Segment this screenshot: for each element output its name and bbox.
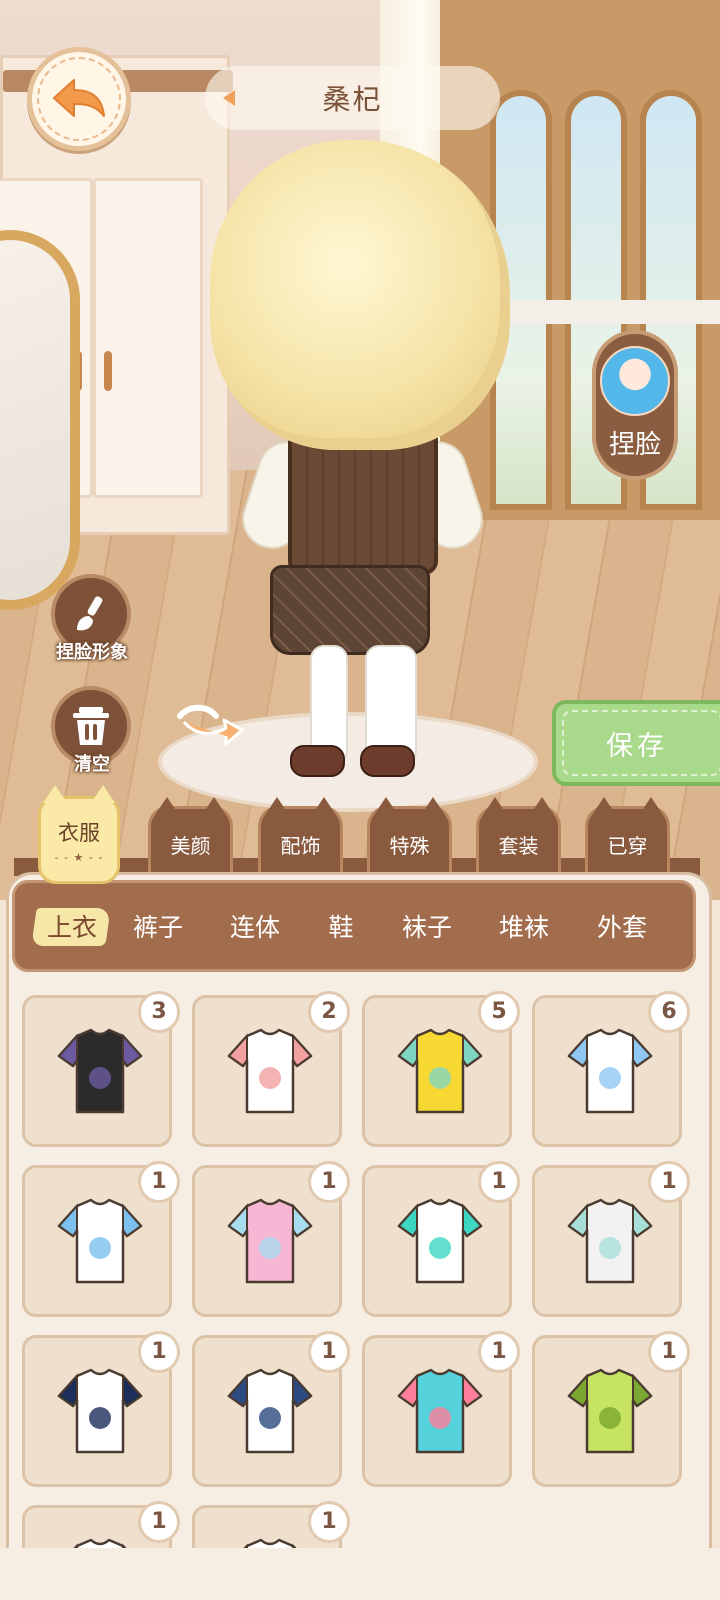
item-count-badge: 1 — [138, 1331, 180, 1373]
subtab-socks[interactable]: 袜子 — [387, 906, 467, 950]
face-edit-label: 捏脸 — [608, 430, 661, 460]
item-count-badge: 1 — [138, 1161, 180, 1203]
back-arrow-icon — [53, 79, 105, 117]
shirt-icon — [397, 1368, 483, 1454]
tab-label: 已穿 — [607, 834, 648, 858]
trash-icon — [73, 707, 109, 745]
knob — [104, 351, 112, 391]
item-count-badge: 1 — [648, 1331, 690, 1373]
shirt-icon — [397, 1028, 483, 1114]
panel-bottom — [0, 1548, 720, 1600]
save-button[interactable]: 保存 — [552, 700, 720, 786]
rotate-arrow-icon[interactable] — [176, 700, 246, 748]
shirt-icon — [397, 1198, 483, 1284]
tab-beauty[interactable]: 美颜 — [148, 797, 233, 872]
wardrobe-door — [93, 178, 203, 498]
shirt-icon — [227, 1028, 313, 1114]
shirt-icon — [57, 1028, 143, 1114]
item-count-badge: 1 — [478, 1161, 520, 1203]
item-count-badge: 2 — [308, 991, 350, 1033]
shoe — [360, 745, 415, 777]
item-count-badge: 1 — [308, 1331, 350, 1373]
back-button-ring — [37, 57, 121, 141]
item-count-badge: 1 — [308, 1501, 350, 1543]
item-count-badge: 3 — [138, 991, 180, 1033]
tab-accessories[interactable]: 配饰 — [258, 797, 343, 872]
back-button[interactable] — [27, 47, 131, 151]
shirt-icon — [227, 1368, 313, 1454]
tab-wearing[interactable]: 已穿 — [585, 797, 670, 872]
character-name-bar[interactable]: 桑杞 — [205, 66, 500, 130]
standing-mirror — [0, 230, 80, 610]
caret-left-icon — [223, 90, 235, 106]
face-edit-button[interactable]: 捏脸 — [592, 330, 678, 480]
tab-clothes-label: 衣服 — [58, 820, 100, 845]
shorts — [270, 565, 430, 655]
item-count-badge: 1 — [308, 1161, 350, 1203]
hair — [210, 140, 510, 450]
tab-clothes[interactable]: 衣服 - - ★ - - — [38, 785, 120, 884]
shirt-icon — [57, 1368, 143, 1454]
tab-label: 套装 — [498, 834, 539, 858]
face-profile-label: 捏脸形象 — [56, 642, 128, 663]
tab-label: 特殊 — [389, 834, 430, 858]
shoe — [290, 745, 345, 777]
save-label: 保存 — [606, 730, 668, 762]
tab-outfits[interactable]: 套装 — [476, 797, 561, 872]
shirt-icon — [227, 1198, 313, 1284]
character-name: 桑杞 — [322, 83, 383, 116]
tab-label: 美颜 — [170, 834, 211, 858]
item-count-badge: 5 — [478, 991, 520, 1033]
clear-label: 清空 — [74, 754, 110, 775]
subtab-shoes[interactable]: 鞋 — [313, 906, 369, 950]
shirt-icon — [567, 1028, 653, 1114]
shirt-icon — [567, 1368, 653, 1454]
subtab-onepiece[interactable]: 连体 — [215, 906, 295, 950]
brush-icon — [77, 596, 103, 631]
tab-label: 配饰 — [280, 834, 321, 858]
subtab-pants[interactable]: 裤子 — [118, 906, 198, 950]
shirt-icon — [567, 1198, 653, 1284]
character-avatar[interactable] — [210, 140, 510, 800]
face-avatar-icon — [600, 346, 670, 416]
star-divider-icon: - - ★ - - — [54, 850, 104, 864]
subtab-slouch-socks[interactable]: 堆袜 — [484, 906, 564, 950]
subtab-tops[interactable]: 上衣 — [30, 906, 114, 950]
item-count-badge: 1 — [138, 1501, 180, 1543]
item-count-badge: 6 — [648, 991, 690, 1033]
item-count-badge: 1 — [478, 1331, 520, 1373]
item-count-badge: 1 — [648, 1161, 690, 1203]
tab-special[interactable]: 特殊 — [367, 797, 452, 872]
shirt-icon — [57, 1198, 143, 1284]
subtab-coats[interactable]: 外套 — [582, 906, 662, 950]
